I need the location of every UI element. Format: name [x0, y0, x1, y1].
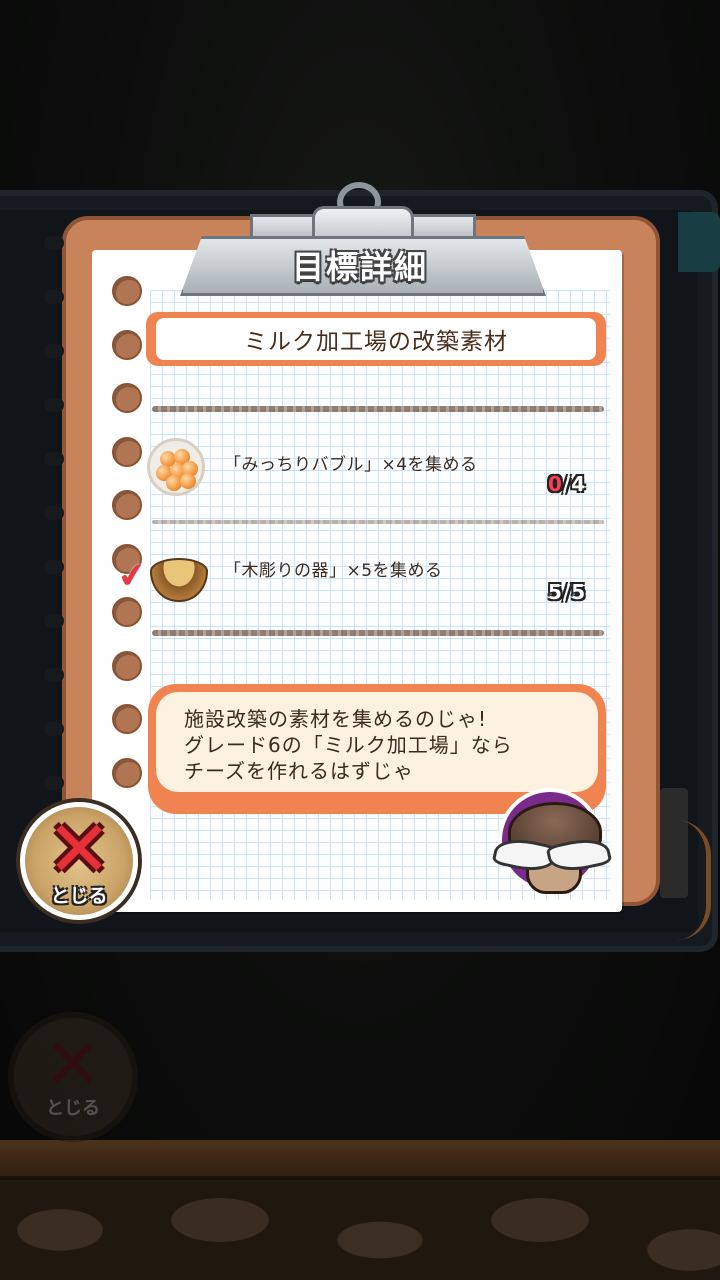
- mushroom-elder-avatar: [498, 788, 610, 896]
- goal-header: ミルク加工場の改築素材: [146, 312, 606, 366]
- close-button[interactable]: ✕ とじる: [20, 802, 138, 920]
- goal-header-text: ミルク加工場の改築素材: [156, 318, 596, 360]
- message-line: 施設改築の素材を集めるのじゃ!: [184, 707, 488, 731]
- task-progress-current: 5: [548, 580, 563, 604]
- task-text: 「みっちりバブル」×4を集める: [224, 455, 478, 475]
- divider: [152, 406, 604, 412]
- wooden-bowl-icon: [146, 546, 210, 602]
- divider: [152, 520, 604, 524]
- close-x-icon: ✕: [46, 804, 112, 895]
- task-progress-total: 4: [571, 472, 587, 496]
- task-progress-current: 0: [548, 472, 563, 496]
- task-progress-separator: /: [562, 472, 572, 496]
- rope: [676, 820, 711, 940]
- checkmark-icon: ✔: [115, 554, 150, 598]
- task-progress: 0/4: [548, 472, 586, 496]
- task-progress-separator: /: [562, 580, 572, 604]
- divider: [152, 630, 604, 636]
- orange-bubbles-icon: [147, 438, 205, 496]
- task-progress-total: 5: [571, 580, 587, 604]
- task-progress: 5/5: [548, 580, 586, 604]
- dialog-title: 目標詳細: [291, 248, 428, 286]
- close-button-label: とじる: [50, 884, 108, 907]
- message-line: チーズを作れるはずじゃ: [184, 759, 414, 783]
- task-text: 「木彫りの器」×5を集める: [224, 561, 443, 581]
- message-line: グレード6の「ミルク加工場」なら: [184, 733, 513, 757]
